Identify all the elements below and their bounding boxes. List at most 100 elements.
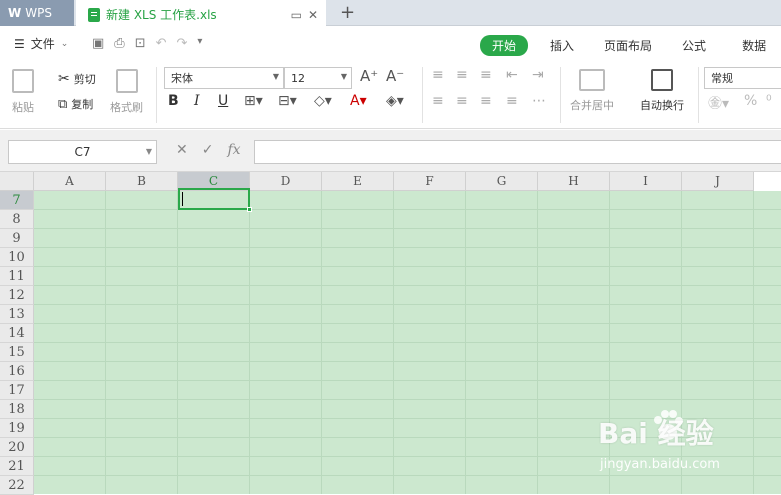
row-header-20[interactable]: 20 [0,438,34,457]
tab-bar: W WPS 新建 XLS 工作表.xls ▭ ✕ + [0,0,781,27]
align-middle-icon[interactable]: ≡ [456,67,468,83]
align-bottom-icon[interactable]: ≡ [480,67,492,83]
row-header-11[interactable]: 11 [0,267,34,286]
tab-formulas[interactable]: 公式 [682,35,706,56]
column-header-j[interactable]: J [682,172,754,191]
merge-center-label: 合并居中 [570,99,614,112]
copy-button[interactable]: ⧉ 复制 [58,96,93,112]
font-size-select[interactable]: 12 ▼ [284,67,352,89]
merge-center-button[interactable]: 合并居中 [570,69,614,113]
cut-button[interactable]: ✂ 剪切 [58,71,96,87]
align-left-icon[interactable]: ≡ [432,93,444,109]
ribbon-tabs: 开始 插入 页面布局 公式 数据 [480,35,766,56]
fill-color-icon[interactable]: ◇▾ [314,93,332,109]
wrap-text-button[interactable]: 自动换行 [640,69,684,113]
indent-increase-icon[interactable]: ⇥ [532,67,544,83]
indent-decrease-icon[interactable]: ⇤ [506,67,518,83]
wps-logo-icon: W [8,6,22,20]
save-icon[interactable]: ▣ [92,36,104,51]
scissors-icon: ✂ [58,71,70,87]
print-preview-icon[interactable]: ⊡ [135,36,146,51]
italic-icon[interactable]: I [194,93,200,109]
justify-icon[interactable]: ≡ [506,93,518,109]
dropdown-arrow-icon: ▼ [340,72,347,81]
chevron-down-icon: ⌄ [60,38,69,49]
number-format-select[interactable]: 常规 [704,67,781,89]
row-header-10[interactable]: 10 [0,248,34,267]
tab-page-layout[interactable]: 页面布局 [604,35,652,56]
align-top-icon[interactable]: ≡ [432,67,444,83]
formula-input[interactable] [254,140,781,164]
row-header-22[interactable]: 22 [0,476,34,495]
bold-icon[interactable]: B [168,93,179,109]
insert-function-icon[interactable]: fx [227,142,240,158]
text-cursor [182,192,183,206]
divider [422,67,423,123]
paste-label: 粘贴 [12,101,34,114]
wps-home-tab[interactable]: W WPS [0,0,74,26]
row-header-17[interactable]: 17 [0,381,34,400]
cancel-icon[interactable]: ✕ [176,142,188,158]
tab-insert[interactable]: 插入 [550,35,574,56]
select-all-corner[interactable] [0,172,34,191]
column-header-i[interactable]: I [610,172,682,191]
column-header-g[interactable]: G [466,172,538,191]
pin-window-icon[interactable]: ▭ [291,8,302,22]
column-header-a[interactable]: A [34,172,106,191]
cell-style-icon[interactable]: ⊟▾ [278,93,297,109]
row-header-13[interactable]: 13 [0,305,34,324]
print-icon[interactable]: ⎙ [114,36,124,51]
font-color-icon[interactable]: A▾ [350,93,367,109]
clear-format-icon[interactable]: ◈▾ [386,93,404,109]
name-box[interactable]: C7 ▼ [8,140,157,164]
row-header-15[interactable]: 15 [0,343,34,362]
align-center-icon[interactable]: ≡ [456,93,468,109]
row-header-9[interactable]: 9 [0,229,34,248]
customize-toolbar-icon[interactable]: ▾ [197,36,202,51]
decrease-font-icon[interactable]: A⁻ [386,67,404,85]
column-header-b[interactable]: B [106,172,178,191]
row-header-19[interactable]: 19 [0,419,34,438]
close-tab-icon[interactable]: ✕ [308,8,318,22]
copy-icon: ⧉ [58,96,68,112]
row-header-16[interactable]: 16 [0,362,34,381]
confirm-icon[interactable]: ✓ [202,142,214,158]
column-header-e[interactable]: E [322,172,394,191]
ribbon-home: 粘贴 ✂ 剪切 ⧉ 复制 格式刷 宋体 ▼ 12 ▼ A⁺ A⁻ B I U ⊞… [0,63,781,129]
row-header-12[interactable]: 12 [0,286,34,305]
row-header-8[interactable]: 8 [0,210,34,229]
column-header-d[interactable]: D [250,172,322,191]
row-header-14[interactable]: 14 [0,324,34,343]
document-tab[interactable]: 新建 XLS 工作表.xls ▭ ✕ [76,0,326,27]
fill-handle[interactable] [247,207,252,212]
underline-icon[interactable]: U [218,93,228,109]
row-header-21[interactable]: 21 [0,457,34,476]
column-header-h[interactable]: H [538,172,610,191]
undo-icon[interactable]: ↶ [156,36,167,51]
distributed-icon[interactable]: ⋯ [532,93,546,109]
row-header-18[interactable]: 18 [0,400,34,419]
formula-bar: C7 ▼ ✕ ✓ fx [0,130,781,172]
tab-data[interactable]: 数据 [742,35,766,56]
row-header-7[interactable]: 7 [0,191,34,210]
file-menu-button[interactable]: ☰ 文件 ⌄ [14,35,68,52]
comma-style-icon[interactable]: ⁰ [766,93,772,109]
spreadsheet-file-icon [88,7,100,22]
percent-icon[interactable]: % [744,93,757,109]
currency-icon[interactable]: ㊎▾ [708,93,729,113]
tab-home[interactable]: 开始 [480,35,529,56]
increase-font-icon[interactable]: A⁺ [360,67,378,85]
format-painter-label: 格式刷 [110,101,143,114]
align-right-icon[interactable]: ≡ [480,93,492,109]
redo-icon[interactable]: ↷ [177,36,188,51]
font-name-value: 宋体 [171,72,193,85]
paste-button[interactable]: 粘贴 [12,69,34,115]
brush-icon [115,69,138,93]
border-icon[interactable]: ⊞▾ [244,93,263,109]
active-cell[interactable] [178,188,252,212]
watermark-text: Bai 经验 [598,417,714,450]
font-name-select[interactable]: 宋体 ▼ [164,67,284,89]
new-tab-button[interactable]: + [340,2,355,23]
format-painter-button[interactable]: 格式刷 [110,69,143,115]
column-header-f[interactable]: F [394,172,466,191]
